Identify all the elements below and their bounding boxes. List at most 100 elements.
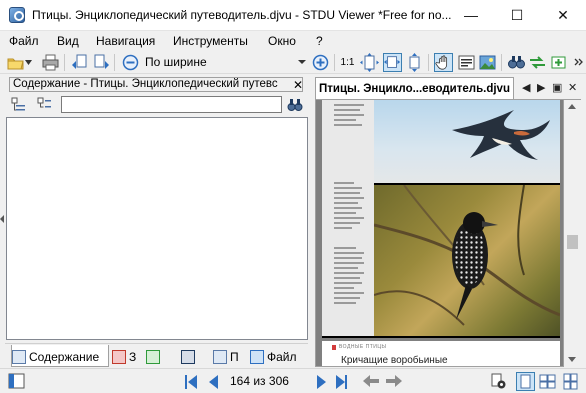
app-icon xyxy=(9,7,25,23)
print-icon[interactable] xyxy=(41,53,60,72)
close-document-icon[interactable]: ✕ xyxy=(568,81,577,94)
open-dropdown-icon[interactable] xyxy=(25,60,32,65)
text-line xyxy=(334,187,362,189)
bookmark-icon xyxy=(112,350,126,364)
continuous-view-icon[interactable] xyxy=(562,373,579,390)
text-line xyxy=(334,267,358,269)
document-view[interactable]: ВОДНЫЕ ПТИЦЫ Кричащие воробьиные xyxy=(315,99,564,367)
text-line xyxy=(334,119,356,121)
page-indicator[interactable]: 164 из 306 xyxy=(230,374,289,388)
document-tab[interactable]: Птицы. Энцикло...еводитель.djvu xyxy=(315,77,514,99)
scroll-up-icon[interactable] xyxy=(568,104,576,109)
page-settings-icon[interactable] xyxy=(490,373,507,390)
close-button[interactable]: ✕ xyxy=(540,0,586,31)
find-icon[interactable] xyxy=(507,53,526,72)
text-line xyxy=(334,257,362,259)
fit-width-icon[interactable] xyxy=(383,53,402,72)
open-folder-icon[interactable] xyxy=(6,53,25,72)
panel-tabs: Содержание З П Файл xyxy=(5,343,308,367)
close-panel-icon[interactable]: ✕ xyxy=(293,78,303,92)
collapse-panel-arrow-icon[interactable] xyxy=(0,215,4,223)
text-line xyxy=(334,297,360,299)
toggle-sidebar-icon[interactable] xyxy=(8,373,25,389)
text-line xyxy=(334,272,364,274)
text-line xyxy=(334,277,360,279)
text-line xyxy=(334,302,356,304)
contents-search-input[interactable] xyxy=(61,96,282,113)
expand-tree-icon[interactable] xyxy=(11,97,26,112)
previous-page-doc-icon[interactable] xyxy=(70,53,89,72)
tab-thumbnails[interactable] xyxy=(146,345,170,367)
menu-bar: Файл Вид Навигация Инструменты Окно ? xyxy=(0,31,586,51)
text-line xyxy=(334,212,356,214)
toolbar-separator xyxy=(501,54,502,71)
text-line xyxy=(334,217,364,219)
contents-panel-title: Содержание - Птицы. Энциклопедический пу… xyxy=(13,78,278,90)
vertical-scrollbar[interactable] xyxy=(564,99,581,367)
collapse-tree-icon[interactable] xyxy=(37,97,52,112)
hand-tool-icon[interactable] xyxy=(434,53,453,72)
first-page-icon[interactable] xyxy=(182,373,200,390)
contents-tree[interactable] xyxy=(6,117,308,340)
fit-page-icon[interactable] xyxy=(360,53,379,72)
document-page xyxy=(322,100,560,338)
fit-height-icon[interactable] xyxy=(405,53,424,72)
menu-view[interactable]: Вид xyxy=(57,34,79,48)
swallow-photo xyxy=(374,100,560,183)
zoom-out-icon[interactable] xyxy=(121,53,140,72)
toolbar-separator xyxy=(334,54,335,71)
history-back-icon[interactable] xyxy=(362,374,380,388)
toolbar-overflow-icon[interactable] xyxy=(569,53,586,72)
binoculars-search-icon[interactable] xyxy=(287,97,303,112)
menu-file[interactable]: Файл xyxy=(9,34,39,48)
minimize-button[interactable]: — xyxy=(448,0,494,31)
section-marker xyxy=(332,345,336,350)
single-page-view-icon[interactable] xyxy=(516,372,535,391)
text-line xyxy=(334,197,364,199)
tab-files[interactable]: Файл xyxy=(250,345,306,367)
menu-window[interactable]: Окно xyxy=(268,34,296,48)
actual-size-button[interactable]: 1:1 xyxy=(338,53,357,72)
scrollbar-thumb[interactable] xyxy=(567,235,578,249)
tab-contents-label: Содержание xyxy=(29,350,100,364)
maximize-button[interactable]: ☐ xyxy=(494,0,540,31)
scroll-down-icon[interactable] xyxy=(568,357,576,362)
text-line xyxy=(334,247,356,249)
contents-panel: Содержание - Птицы. Энциклопедический пу… xyxy=(5,75,308,367)
tab-pages[interactable]: П xyxy=(213,345,246,367)
history-forward-icon[interactable] xyxy=(385,374,403,388)
menu-navigation[interactable]: Навигация xyxy=(96,34,155,48)
text-line xyxy=(334,262,364,264)
last-page-icon[interactable] xyxy=(333,373,351,390)
previous-page-icon[interactable] xyxy=(204,373,222,390)
sync-arrows-icon[interactable] xyxy=(528,53,547,72)
tab-search[interactable] xyxy=(181,345,205,367)
tab-scroll-right-icon[interactable]: ▶ xyxy=(537,81,545,94)
toolbar-separator xyxy=(64,54,65,71)
contents-icon xyxy=(12,350,26,364)
image-select-icon[interactable] xyxy=(478,53,497,72)
page-header-note: ВОДНЫЕ ПТИЦЫ xyxy=(339,344,387,350)
zoom-in-icon[interactable] xyxy=(311,53,330,72)
two-page-view-icon[interactable] xyxy=(539,373,556,390)
text-line xyxy=(334,292,364,294)
zoom-mode-select[interactable]: По ширине xyxy=(139,53,309,72)
contents-toolbar xyxy=(5,94,308,116)
toolbar-separator xyxy=(428,54,429,71)
text-line xyxy=(334,104,364,106)
page-caption: Кричащие воробьиные xyxy=(341,355,448,366)
text-line xyxy=(334,252,364,254)
toolbar-separator xyxy=(114,54,115,71)
menu-help[interactable]: ? xyxy=(316,34,323,48)
next-page-doc-icon[interactable] xyxy=(92,53,111,72)
text-line xyxy=(334,287,354,289)
tab-list-icon[interactable]: ▣ xyxy=(552,81,562,94)
menu-tools[interactable]: Инструменты xyxy=(173,34,248,48)
tab-contents[interactable]: Содержание xyxy=(11,345,109,367)
main-toolbar: По ширине 1:1 xyxy=(0,51,586,74)
tab-bookmarks[interactable]: З xyxy=(112,345,142,367)
next-page-icon[interactable] xyxy=(313,373,331,390)
tab-scroll-left-icon[interactable]: ◀ xyxy=(522,81,530,94)
rotate-icon[interactable] xyxy=(549,53,568,72)
text-select-icon[interactable] xyxy=(457,53,476,72)
